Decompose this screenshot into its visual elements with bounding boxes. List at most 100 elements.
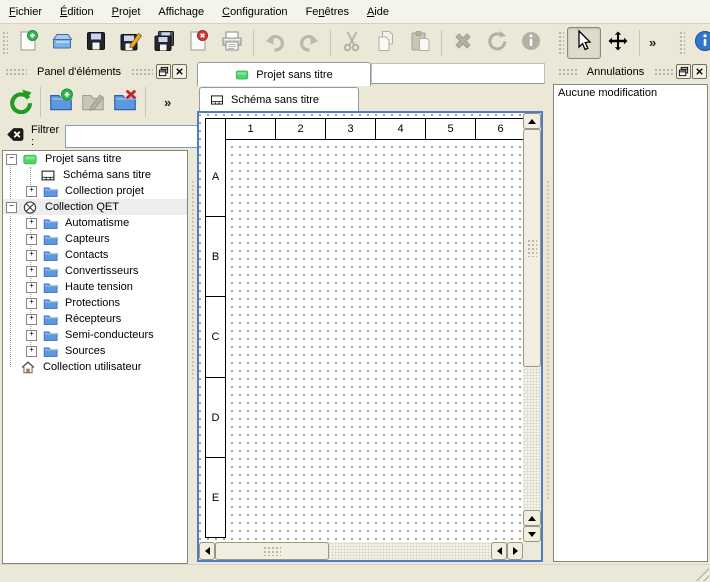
rotate-button[interactable] — [480, 27, 514, 59]
close-panel-button[interactable] — [692, 64, 707, 79]
tree-item-semi-conducteurs[interactable]: +Semi-conducteurs — [3, 327, 187, 343]
tree-item-label: Haute tension — [63, 281, 135, 293]
save-button[interactable] — [79, 27, 113, 59]
toolbar-overflow-button[interactable]: » — [164, 95, 171, 110]
toolbar-drag-handle[interactable] — [558, 31, 564, 55]
menu-fichier[interactable]: Fichier — [0, 0, 51, 23]
close-document-button[interactable] — [181, 27, 215, 59]
folder-icon — [42, 328, 58, 343]
collapse-expander-icon[interactable]: − — [6, 202, 17, 213]
undo-panel-header[interactable]: Annulations — [553, 61, 710, 82]
menu-aide[interactable]: Aide — [358, 0, 398, 23]
tree-item-projet-sans-titre[interactable]: −Projet sans titre — [3, 151, 187, 167]
save-all-button[interactable] — [147, 27, 181, 59]
expand-expander-icon[interactable]: + — [26, 218, 37, 229]
open-project-button[interactable] — [45, 27, 79, 59]
menu-projet[interactable]: Projet — [103, 0, 150, 23]
splitter-right[interactable] — [546, 180, 551, 500]
tree-item-contacts[interactable]: +Contacts — [3, 247, 187, 263]
undo-button[interactable] — [258, 27, 292, 59]
expand-expander-icon[interactable]: + — [26, 266, 37, 277]
scroll-left-button-2[interactable] — [491, 542, 507, 560]
tab-schema-label: Schéma sans titre — [231, 94, 319, 106]
filter-label: Filtrer : — [31, 124, 59, 148]
elements-panel-header[interactable]: Panel d'éléments — [0, 61, 190, 82]
tree-item-haute-tension[interactable]: + Haute tension — [3, 279, 187, 295]
float-panel-button[interactable] — [156, 64, 171, 79]
menu-configuration[interactable]: Configuration — [213, 0, 296, 23]
edit-category-button[interactable] — [77, 86, 109, 118]
menu-edition[interactable]: Édition — [51, 0, 103, 23]
scroll-right-button[interactable] — [507, 542, 523, 560]
horizontal-scrollbar-thumb[interactable] — [215, 542, 329, 560]
status-bar — [0, 564, 710, 582]
expand-expander-icon[interactable]: + — [26, 282, 37, 293]
collapse-expander-icon[interactable]: − — [6, 154, 17, 165]
select-arrow-icon — [572, 29, 596, 56]
paste-button[interactable] — [403, 27, 437, 59]
expand-expander-icon[interactable]: + — [26, 186, 37, 197]
redo-button[interactable] — [292, 27, 326, 59]
tree-item-protections[interactable]: +Protections — [3, 295, 187, 311]
cut-button[interactable] — [335, 27, 369, 59]
undo-history-item[interactable]: Aucune modification — [554, 85, 707, 101]
toolbar-overflow-button[interactable]: » — [644, 35, 661, 50]
expand-expander-icon[interactable]: + — [26, 250, 37, 261]
tree-item-collection-projet[interactable]: +Collection projet — [3, 183, 187, 199]
new-document-button[interactable] — [11, 27, 45, 59]
scroll-down-button[interactable] — [523, 526, 541, 542]
menu-affichage[interactable]: Affichage — [149, 0, 213, 23]
new-category-button[interactable] — [45, 86, 77, 118]
select-arrow-button[interactable] — [567, 27, 601, 59]
info-blue-icon — [693, 29, 710, 56]
move-tool-button[interactable] — [601, 27, 635, 59]
expand-expander-icon[interactable]: + — [26, 298, 37, 309]
tree-item-schema-sans-titre[interactable]: Schéma sans titre — [3, 167, 187, 183]
menu-fenetres[interactable]: Fenêtres — [297, 0, 358, 23]
tab-project-label: Projet sans titre — [256, 69, 332, 81]
float-panel-button[interactable] — [676, 64, 691, 79]
delete-button[interactable] — [446, 27, 480, 59]
scroll-up-button[interactable] — [523, 113, 541, 129]
vertical-scrollbar-thumb[interactable] — [523, 129, 541, 367]
filter-input[interactable] — [65, 125, 215, 148]
print-button[interactable] — [215, 27, 249, 59]
expand-expander-icon[interactable]: + — [26, 234, 37, 245]
expand-expander-icon[interactable]: + — [26, 330, 37, 341]
tree-item-collection-qet[interactable]: −Collection QET — [3, 199, 187, 215]
clear-filter-button[interactable] — [6, 125, 25, 147]
delete-category-button[interactable] — [109, 86, 141, 118]
toolbar-drag-handle[interactable] — [2, 31, 8, 55]
splitter-left[interactable] — [191, 180, 196, 380]
expand-expander-icon[interactable]: + — [26, 314, 37, 325]
toolbar-drag-handle[interactable] — [679, 31, 685, 55]
scrollbar-corner — [523, 542, 541, 560]
toolbar-group — [0, 27, 548, 59]
save-as-button[interactable] — [113, 27, 147, 59]
expand-expander-icon[interactable]: + — [26, 346, 37, 357]
tab-schema[interactable]: Schéma sans titre — [199, 87, 359, 111]
tab-project[interactable]: Projet sans titre — [197, 62, 371, 86]
horizontal-scrollbar-track[interactable] — [329, 542, 491, 560]
tree-item-recepteurs[interactable]: +Récepteurs — [3, 311, 187, 327]
vertical-scrollbar[interactable] — [523, 113, 541, 542]
copy-button[interactable] — [369, 27, 403, 59]
scroll-up-button-2[interactable] — [523, 510, 541, 526]
folder-icon — [42, 216, 58, 231]
project-icon — [22, 152, 38, 167]
tree-item-capteurs[interactable]: +Capteurs — [3, 231, 187, 247]
tree-item-automatisme[interactable]: +Automatisme — [3, 215, 187, 231]
tree-item-convertisseurs[interactable]: +Convertisseurs — [3, 263, 187, 279]
horizontal-scrollbar[interactable] — [199, 542, 523, 560]
close-icon — [694, 66, 705, 77]
scroll-left-button[interactable] — [199, 542, 215, 560]
resize-grip[interactable] — [696, 568, 709, 581]
element-info-button[interactable] — [514, 27, 548, 59]
info-blue-button[interactable] — [688, 27, 710, 59]
schema-canvas[interactable]: 123456 ABCDE — [199, 113, 523, 542]
tree-item-collection-utilisateur[interactable]: Collection utilisateur — [3, 359, 187, 375]
vertical-scrollbar-track[interactable] — [523, 367, 541, 510]
close-panel-button[interactable] — [172, 64, 187, 79]
reload-collections-button[interactable] — [4, 86, 36, 118]
tree-item-sources[interactable]: +Sources — [3, 343, 187, 359]
